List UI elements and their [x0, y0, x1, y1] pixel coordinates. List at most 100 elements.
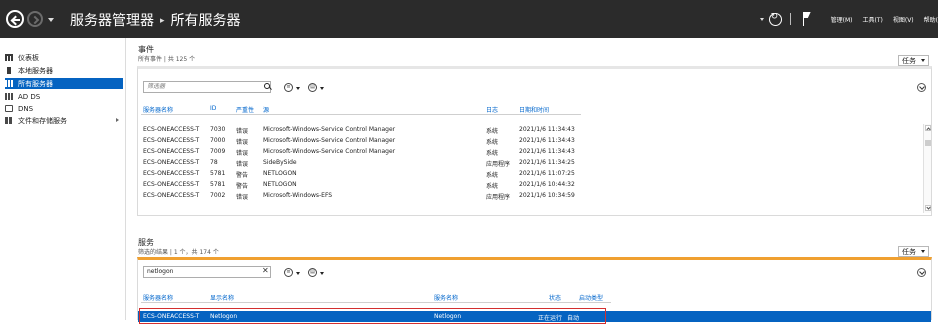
cell-datetime: 2021/1/6 10:44:32	[519, 181, 575, 188]
header-divider	[141, 114, 581, 115]
column-header-display-name[interactable]: 显示名称	[210, 293, 234, 302]
menu-help[interactable]: 帮助(	[924, 15, 938, 24]
events-panel: 筛选器 ≡ ▤ 服务器名称 ID 严重性 源 日志 日期和时间 ECS-ONEA…	[137, 66, 932, 216]
cell-id: 78	[210, 159, 218, 166]
scroll-down-icon[interactable]	[925, 205, 931, 211]
events-filter-input[interactable]: 筛选器	[143, 81, 271, 93]
events-subtitle: 所有事件 | 共 125 个	[138, 56, 196, 63]
chevron-down-icon[interactable]	[320, 87, 324, 90]
refresh-icon[interactable]	[768, 12, 782, 26]
cell-source: Microsoft-Windows-Service Control Manage…	[263, 137, 396, 144]
sidebar-item-ad-ds[interactable]: AD DS	[5, 91, 123, 102]
cell-severity: 错误	[236, 161, 249, 168]
save-query-icon[interactable]: ▤	[308, 83, 317, 92]
filter-options-icon[interactable]: ≡	[284, 268, 293, 277]
forward-arrow-icon[interactable]	[27, 11, 43, 27]
cell-log: 应用程序	[486, 161, 511, 168]
breadcrumb-separator-icon: ▸	[160, 16, 165, 26]
services-filter-input[interactable]: netlogon	[143, 266, 271, 278]
menu-view[interactable]: 视图(V)	[893, 15, 914, 24]
column-header-server-name[interactable]: 服务器名称	[143, 293, 173, 302]
chevron-down-icon	[921, 59, 925, 62]
cell-server: ECS-ONEACCESS-T	[143, 126, 200, 133]
ad-ds-icon	[5, 93, 13, 100]
table-row[interactable]: ECS-ONEACCESS-T 5781 警告 NETLOGON 系统 2021…	[138, 168, 923, 179]
toolbar-divider	[789, 13, 791, 25]
search-icon[interactable]	[264, 83, 270, 89]
sidebar-item-label: 文件和存储服务	[18, 116, 67, 125]
sidebar-item-local-server[interactable]: 本地服务器	[5, 65, 123, 76]
column-header-status[interactable]: 状态	[549, 293, 561, 302]
services-subtitle: 筛选的结果 | 1 个，共 174 个	[138, 249, 219, 256]
table-row[interactable]: ECS-ONEACCESS-T 7002 错误 Microsoft-Window…	[138, 190, 923, 201]
column-header-severity[interactable]: 严重性	[236, 105, 254, 114]
column-header-service-name[interactable]: 服务名称	[434, 293, 458, 302]
column-header-source[interactable]: 源	[263, 105, 269, 114]
table-row[interactable]: ECS-ONEACCESS-T 78 错误 SideBySide 应用程序 20…	[138, 157, 923, 168]
chevron-down-icon[interactable]	[296, 272, 300, 275]
expand-caret-icon[interactable]	[116, 118, 119, 122]
sidebar-item-label: 本地服务器	[18, 66, 53, 75]
menu-tools[interactable]: 工具(T)	[863, 15, 883, 24]
scroll-thumb[interactable]	[925, 140, 931, 146]
cell-log: 系统	[486, 172, 499, 179]
highlight-box	[139, 308, 606, 324]
breadcrumb: 服务器管理器 ▸ 所有服务器	[70, 10, 241, 30]
history-dropdown-icon[interactable]	[48, 18, 54, 22]
filter-options-icon[interactable]: ≡	[284, 83, 293, 92]
cell-datetime: 2021/1/6 11:07:25	[519, 170, 575, 177]
column-header-startup-type[interactable]: 启动类型	[579, 293, 603, 302]
column-header-datetime[interactable]: 日期和时间	[519, 105, 549, 114]
cell-severity: 错误	[236, 128, 249, 135]
cell-server: ECS-ONEACCESS-T	[143, 148, 200, 155]
column-header-server-name[interactable]: 服务器名称	[143, 105, 173, 114]
cell-id: 5781	[210, 181, 226, 188]
column-header-id[interactable]: ID	[210, 105, 216, 112]
expand-panel-icon[interactable]	[917, 83, 926, 92]
sidebar-item-label: 所有服务器	[18, 79, 53, 88]
sidebar-item-all-servers[interactable]: 所有服务器	[5, 78, 123, 89]
cell-log: 系统	[486, 183, 499, 190]
cell-severity: 警告	[236, 172, 249, 179]
sidebar-item-dashboard[interactable]: 仪表板	[5, 52, 123, 63]
cell-id: 7000	[210, 137, 226, 144]
breadcrumb-current: 所有服务器	[170, 13, 241, 29]
events-tasks-button[interactable]: 任务	[898, 55, 929, 66]
sidebar-item-dns[interactable]: DNS	[5, 103, 123, 114]
tasks-label: 任务	[902, 247, 916, 256]
table-row[interactable]: ECS-ONEACCESS-T 7030 错误 Microsoft-Window…	[138, 124, 923, 135]
cell-datetime: 2021/1/6 11:34:43	[519, 137, 575, 144]
menu-manage[interactable]: 管理(M)	[831, 15, 853, 24]
cell-id: 7009	[210, 148, 226, 155]
sidebar-item-file-storage[interactable]: 文件和存储服务	[5, 115, 123, 126]
expand-panel-icon[interactable]	[917, 268, 926, 277]
scroll-up-icon[interactable]	[925, 125, 931, 131]
cell-datetime: 2021/1/6 11:34:25	[519, 159, 575, 166]
notifications-flag-icon[interactable]	[802, 12, 813, 26]
chevron-down-icon[interactable]	[296, 87, 300, 90]
table-row[interactable]: ECS-ONEACCESS-T 7009 错误 Microsoft-Window…	[138, 146, 923, 157]
services-tasks-button[interactable]: 任务	[898, 246, 929, 257]
title-bar: 服务器管理器 ▸ 所有服务器 管理(M) 工具(T) 视图(V) 帮助(	[0, 0, 938, 38]
events-scrollbar[interactable]	[923, 124, 931, 213]
cell-id: 5781	[210, 170, 226, 177]
table-row[interactable]: ECS-ONEACCESS-T 7000 错误 Microsoft-Window…	[138, 135, 923, 146]
sidebar-item-label: DNS	[18, 104, 34, 113]
column-header-log[interactable]: 日志	[486, 105, 498, 114]
clear-filter-icon[interactable]: ✕	[262, 266, 269, 275]
sidebar-item-label: 仪表板	[18, 53, 39, 62]
table-row[interactable]: ECS-ONEACCESS-T 5781 警告 NETLOGON 系统 2021…	[138, 179, 923, 190]
dns-icon	[5, 105, 13, 112]
cell-server: ECS-ONEACCESS-T	[143, 159, 200, 166]
cell-server: ECS-ONEACCESS-T	[143, 192, 200, 199]
save-query-icon[interactable]: ▤	[308, 268, 317, 277]
chevron-down-icon[interactable]	[320, 272, 324, 275]
cell-log: 应用程序	[486, 194, 511, 201]
breadcrumb-root[interactable]: 服务器管理器	[70, 13, 154, 29]
cell-severity: 错误	[236, 194, 249, 201]
refresh-dropdown-icon[interactable]	[759, 17, 764, 21]
back-arrow-icon[interactable]	[6, 10, 24, 28]
cell-source: NETLOGON	[263, 170, 297, 177]
cell-log: 系统	[486, 139, 499, 146]
cell-severity: 错误	[236, 139, 249, 146]
